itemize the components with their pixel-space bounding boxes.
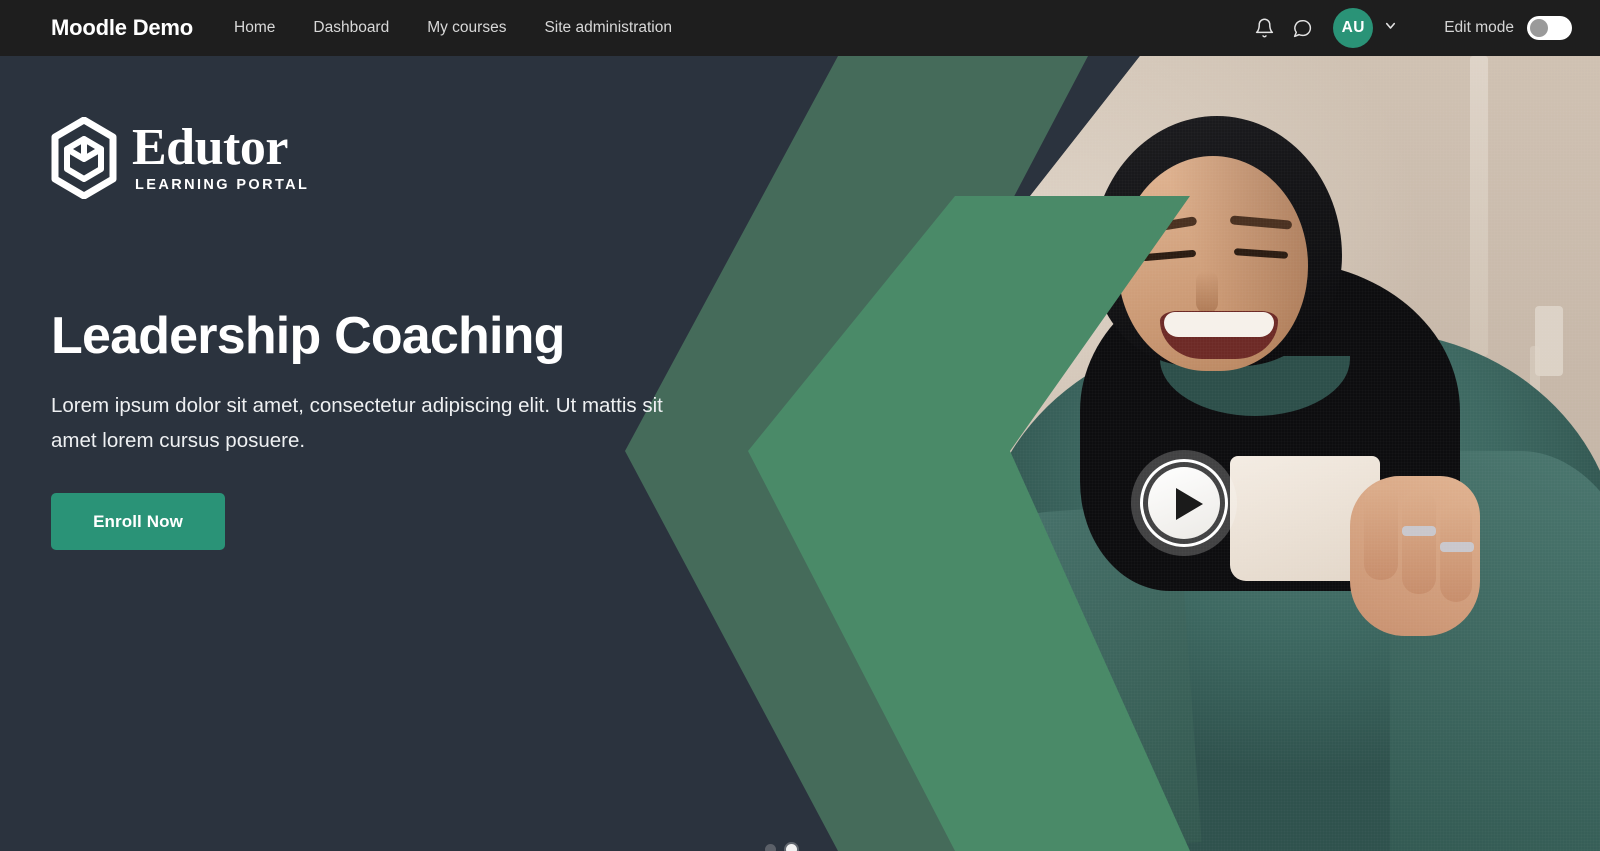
carousel-dot-2[interactable]: [786, 844, 797, 851]
hero-banner: Edutor LEARNING PORTAL Leadership Coachi…: [0, 56, 1600, 851]
hexagon-cube-logo-icon: [51, 116, 117, 200]
top-navigation-bar: Moodle Demo Home Dashboard My courses Si…: [0, 0, 1600, 56]
user-avatar[interactable]: AU: [1333, 8, 1374, 48]
hero-content: Edutor LEARNING PORTAL Leadership Coachi…: [0, 56, 760, 851]
navbar-right-cluster: AU Edit mode: [1245, 0, 1600, 56]
nav-link-site-administration[interactable]: Site administration: [525, 0, 691, 56]
nav-link-dashboard[interactable]: Dashboard: [294, 0, 408, 56]
notifications-button[interactable]: [1245, 9, 1283, 47]
carousel-indicators: [765, 844, 797, 851]
edit-mode-control: Edit mode: [1444, 16, 1572, 40]
user-menu-toggle[interactable]: [1382, 20, 1398, 36]
carousel-dot-1[interactable]: [765, 844, 776, 851]
bell-icon: [1254, 17, 1275, 39]
nav-link-my-courses[interactable]: My courses: [408, 0, 525, 56]
edit-mode-label: Edit mode: [1444, 19, 1514, 36]
message-bubble-icon: [1292, 18, 1313, 39]
play-icon: [1176, 488, 1203, 520]
avatar-initials: AU: [1341, 19, 1365, 36]
enroll-now-button[interactable]: Enroll Now: [51, 493, 225, 550]
chevron-down-icon: [1383, 18, 1398, 38]
site-brand-title[interactable]: Moodle Demo: [51, 15, 193, 41]
edutor-logo: Edutor LEARNING PORTAL: [51, 116, 310, 200]
hero-title: Leadership Coaching: [51, 307, 565, 365]
logo-tagline: LEARNING PORTAL: [135, 177, 310, 193]
edutor-logo-text: Edutor LEARNING PORTAL: [132, 119, 310, 194]
edit-mode-toggle[interactable]: [1527, 16, 1572, 40]
video-play-button[interactable]: [1131, 450, 1237, 556]
logo-wordmark: Edutor: [132, 119, 288, 176]
primary-navigation: Home Dashboard My courses Site administr…: [234, 0, 691, 56]
hero-description: Lorem ipsum dolor sit amet, consectetur …: [51, 394, 663, 452]
nav-link-home[interactable]: Home: [234, 0, 294, 56]
edit-mode-toggle-knob: [1530, 19, 1548, 37]
messages-button[interactable]: [1283, 9, 1321, 47]
